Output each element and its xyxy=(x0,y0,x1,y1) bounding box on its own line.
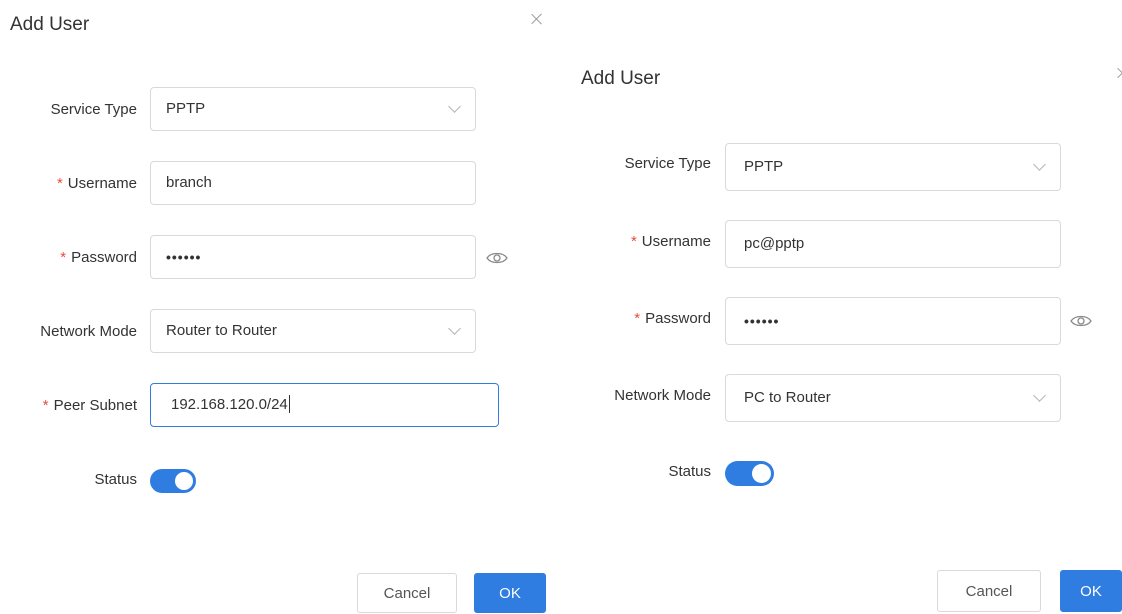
peer-subnet-label-text: Peer Subnet xyxy=(53,397,137,414)
status-toggle[interactable] xyxy=(725,461,774,486)
status-toggle[interactable] xyxy=(150,469,196,493)
add-user-dialog-pptp-router: Add User Service Type PPTP * Username bra… xyxy=(0,0,560,613)
add-user-dialog-pptp-pc: Add User Service Type PPTP * Username pc@… xyxy=(560,0,1122,612)
username-row: * Username xyxy=(560,219,711,265)
username-label: * Username xyxy=(57,161,137,207)
network-mode-row: Network Mode xyxy=(560,373,711,419)
toggle-knob xyxy=(752,464,771,483)
password-label: * Password xyxy=(634,296,711,342)
chevron-down-icon xyxy=(1034,391,1044,401)
close-icon[interactable] xyxy=(530,12,544,26)
cancel-button[interactable]: Cancel xyxy=(357,573,457,613)
required-mark: * xyxy=(634,310,641,327)
password-input[interactable]: •••••• xyxy=(725,297,1061,345)
network-mode-select[interactable]: PC to Router xyxy=(725,374,1061,422)
eye-icon[interactable] xyxy=(1070,314,1092,328)
eye-icon[interactable] xyxy=(486,251,508,265)
peer-subnet-input[interactable]: 192.168.120.0/24 xyxy=(150,383,499,427)
username-input[interactable]: pc@pptp xyxy=(725,220,1061,268)
username-value: pc@pptp xyxy=(744,235,805,252)
password-input[interactable]: •••••• xyxy=(150,235,476,279)
password-value: •••••• xyxy=(744,313,780,329)
ok-button[interactable]: OK xyxy=(1060,570,1122,612)
service-type-select[interactable]: PPTP xyxy=(150,87,476,131)
network-mode-row: Network Mode xyxy=(0,309,137,355)
peer-subnet-row: * Peer Subnet xyxy=(0,383,137,429)
service-type-label: Service Type xyxy=(50,101,137,118)
network-mode-select[interactable]: Router to Router xyxy=(150,309,476,353)
service-type-label: Service Type xyxy=(624,155,711,172)
ok-button[interactable]: OK xyxy=(474,573,546,613)
network-mode-value: Router to Router xyxy=(166,322,277,339)
peer-subnet-value: 192.168.120.0/24 xyxy=(171,396,288,413)
chevron-down-icon xyxy=(449,324,459,334)
close-icon[interactable] xyxy=(1116,66,1122,80)
password-row: * Password xyxy=(0,235,137,281)
network-mode-label: Network Mode xyxy=(40,323,137,340)
chevron-down-icon xyxy=(1034,160,1044,170)
chevron-down-icon xyxy=(449,102,459,112)
service-type-row: Service Type xyxy=(560,141,711,187)
network-mode-value: PC to Router xyxy=(744,389,831,406)
cancel-button[interactable]: Cancel xyxy=(937,570,1041,612)
username-label-text: Username xyxy=(67,175,137,192)
required-mark: * xyxy=(630,233,637,250)
username-label: * Username xyxy=(631,219,711,265)
service-type-row: Service Type xyxy=(0,87,137,133)
username-value: branch xyxy=(166,174,212,191)
text-cursor xyxy=(288,395,290,414)
status-row: Status xyxy=(560,449,711,495)
status-label: Status xyxy=(94,471,137,488)
password-value: •••••• xyxy=(166,249,202,265)
username-input[interactable]: branch xyxy=(150,161,476,205)
dialog-title: Add User xyxy=(10,14,90,35)
password-label-text: Password xyxy=(71,249,137,266)
required-mark: * xyxy=(56,175,63,192)
username-row: * Username xyxy=(0,161,137,207)
dialog-title: Add User xyxy=(581,68,661,89)
service-type-select[interactable]: PPTP xyxy=(725,143,1061,191)
username-label-text: Username xyxy=(641,233,711,250)
status-label: Status xyxy=(668,463,711,480)
status-row: Status xyxy=(0,457,137,503)
network-mode-label: Network Mode xyxy=(614,387,711,404)
password-label: * Password xyxy=(60,235,137,281)
service-type-value: PPTP xyxy=(744,158,784,175)
password-label-text: Password xyxy=(645,310,711,327)
password-row: * Password xyxy=(560,296,711,342)
toggle-knob xyxy=(175,472,193,490)
peer-subnet-label: * Peer Subnet xyxy=(43,383,137,429)
service-type-value: PPTP xyxy=(166,100,206,117)
required-mark: * xyxy=(60,249,67,266)
required-mark: * xyxy=(42,397,49,414)
